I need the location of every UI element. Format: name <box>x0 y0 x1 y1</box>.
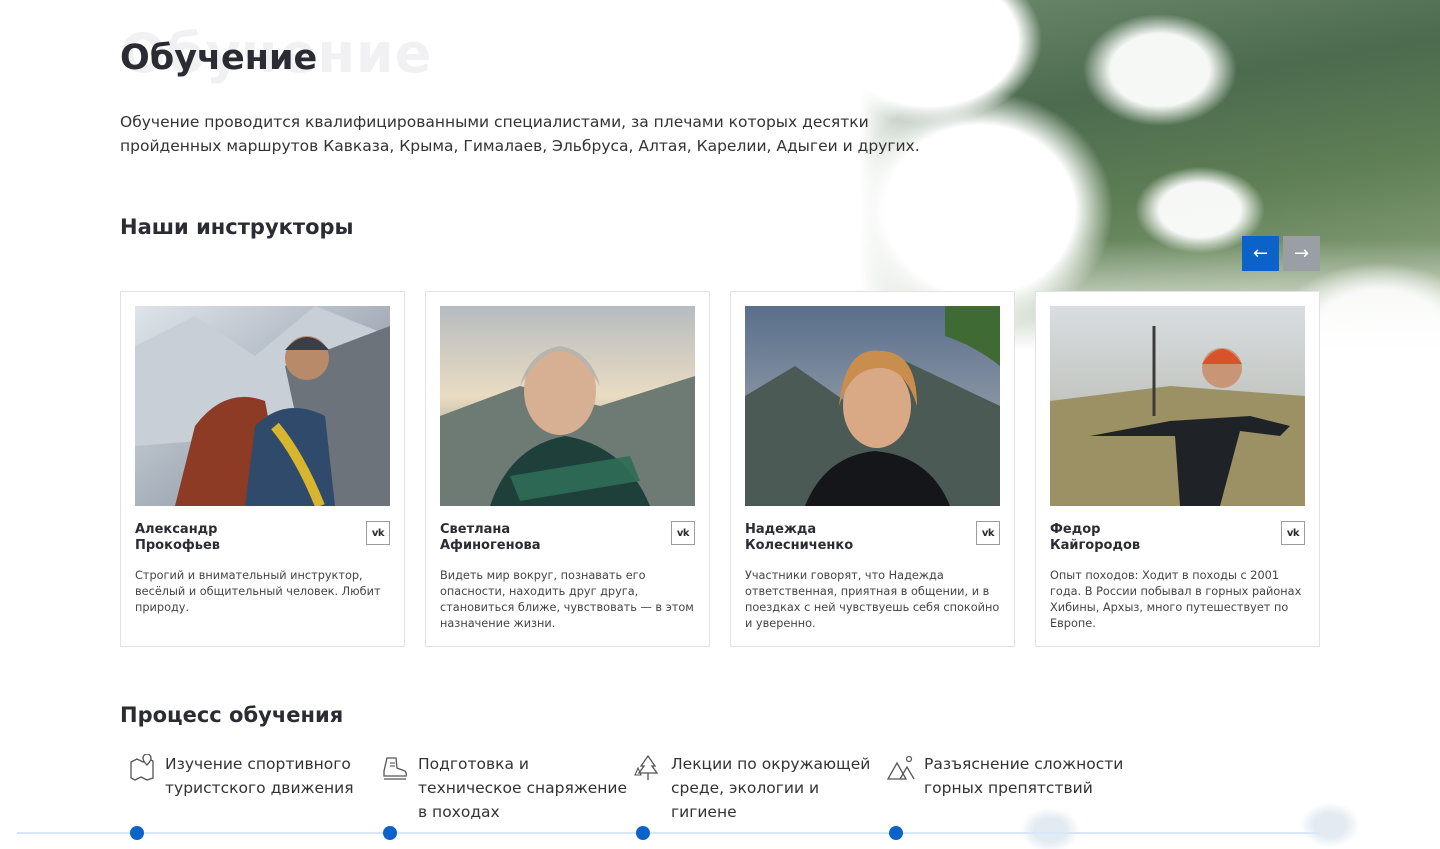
vk-icon: vk <box>1286 527 1300 539</box>
timeline-dot <box>889 826 903 840</box>
instructor-photo <box>135 306 390 506</box>
instructor-first-name: Светлана <box>440 522 511 537</box>
vk-icon: vk <box>981 527 995 539</box>
vk-link-button[interactable]: vk <box>1281 521 1305 545</box>
instructor-photo-image <box>135 306 390 506</box>
pine-trees-icon <box>634 754 659 780</box>
arrow-right-icon: → <box>1293 243 1310 264</box>
timeline-dot <box>130 826 144 840</box>
process-steps: Изучение спортивного туристского движени… <box>120 752 1440 849</box>
instructor-description: Строгий и внимательный инструктор, весёл… <box>135 569 381 614</box>
carousel-prev-button[interactable]: ← <box>1242 236 1279 271</box>
instructor-first-name: Александр <box>135 522 218 537</box>
process-step-label: Разъяснение сложности горных препятствий <box>924 755 1124 797</box>
instructor-card: Александр Прокофьев vk Строгий и внимате… <box>120 291 405 647</box>
instructor-last-name: Прокофьев <box>135 538 221 553</box>
instructor-first-name: Федор <box>1050 522 1101 537</box>
instructor-first-name: Надежда <box>745 522 817 537</box>
process-step-label: Изучение спортивного туристского движени… <box>165 755 354 797</box>
instructor-description: Видеть мир вокруг, познавать его опаснос… <box>440 569 694 630</box>
process-step-label: Подготовка и техническое снаряжение в по… <box>418 755 628 821</box>
instructors-heading: Наши инструкторы <box>120 215 354 239</box>
instructor-name: Федор Кайгородов <box>1050 522 1250 554</box>
vk-icon: vk <box>371 527 385 539</box>
timeline-dot <box>383 826 397 840</box>
instructor-carousel: Александр Прокофьев vk Строгий и внимате… <box>120 291 1320 647</box>
mountains-icon <box>887 755 915 780</box>
instructor-photo-image <box>745 306 1000 506</box>
instructor-name: Светлана Афиногенова <box>440 522 640 554</box>
instructor-last-name: Афиногенова <box>440 538 541 553</box>
instructor-last-name: Колесниченко <box>745 538 854 553</box>
hiking-boot-icon <box>383 757 407 780</box>
instructor-name: Надежда Колесниченко <box>745 522 945 554</box>
map-pin-icon <box>130 754 154 781</box>
vk-link-button[interactable]: vk <box>366 521 390 545</box>
instructor-photo-image <box>1050 306 1305 506</box>
vk-link-button[interactable]: vk <box>976 521 1000 545</box>
process-step-label: Лекции по окружающей среде, экологии и г… <box>671 755 871 821</box>
instructor-photo <box>440 306 695 506</box>
intro-text: Обучение проводится квалифицированными с… <box>120 113 920 155</box>
instructor-photo <box>745 306 1000 506</box>
arrow-left-icon: ← <box>1252 243 1269 264</box>
timeline-dot <box>636 826 650 840</box>
vk-icon: vk <box>676 527 690 539</box>
instructor-name: Александр Прокофьев <box>135 522 335 554</box>
page-title: Обучение <box>120 38 318 78</box>
carousel-next-button[interactable]: → <box>1283 236 1320 271</box>
instructor-card: Светлана Афиногенова vk Видеть мир вокру… <box>425 291 710 647</box>
instructor-card: Надежда Колесниченко vk Участники говоря… <box>730 291 1015 647</box>
vk-link-button[interactable]: vk <box>671 521 695 545</box>
instructor-card: Федор Кайгородов vk Опыт походов: Ходит … <box>1035 291 1320 647</box>
process-heading: Процесс обучения <box>120 703 344 727</box>
instructor-photo-image <box>440 306 695 506</box>
process-timeline <box>17 832 1320 834</box>
instructor-last-name: Кайгородов <box>1050 538 1141 553</box>
instructor-description: Опыт походов: Ходит в походы с 2001 года… <box>1050 569 1302 630</box>
instructor-description: Участники говорят, что Надежда ответстве… <box>745 569 1000 630</box>
instructor-photo <box>1050 306 1305 506</box>
